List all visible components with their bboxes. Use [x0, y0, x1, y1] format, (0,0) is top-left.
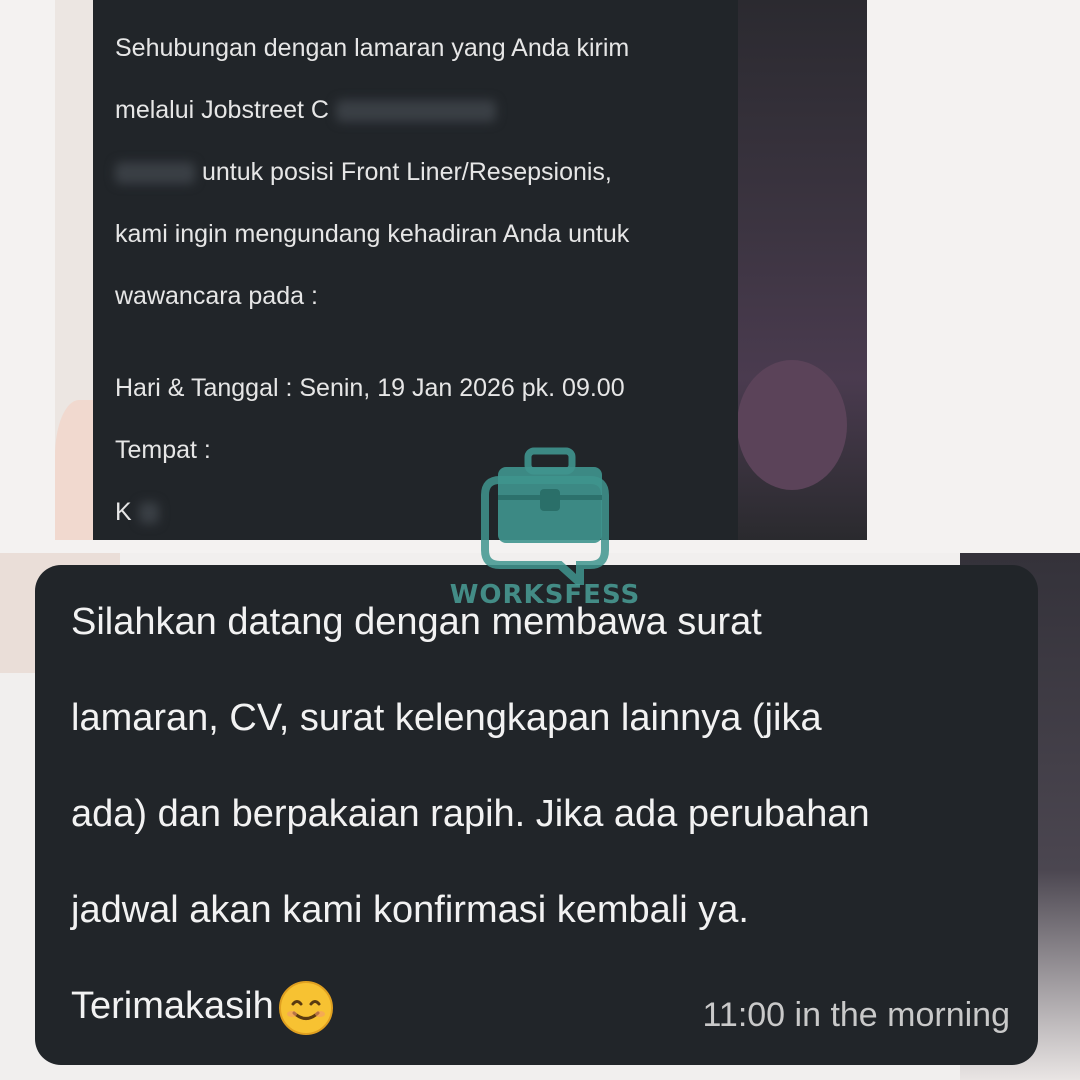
- closing-text: Terimakasih: [71, 985, 274, 1027]
- message-line: wawancara pada :: [115, 282, 318, 310]
- message-line: Silahkan datang dengan membawa surat: [71, 601, 762, 643]
- redacted-text: [115, 162, 195, 185]
- message-bubble-top: Sehubungan dengan lamaran yang Anda kiri…: [93, 0, 738, 540]
- redacted-text: [335, 100, 496, 123]
- message-line: kami ingin mengundang kehadiran Anda unt…: [115, 220, 630, 248]
- message-line: Sehubungan dengan lamaran yang Anda kiri…: [115, 34, 630, 62]
- message-line: untuk posisi Front Liner/Resepsionis,: [115, 150, 738, 212]
- place-label: Tempat :: [115, 436, 211, 464]
- message-line: lamaran, CV, surat kelengkapan lainnya (…: [71, 697, 822, 739]
- message-line: ada) dan berpakaian rapih. Jika ada peru…: [71, 793, 870, 835]
- schedule-line: Hari & Tanggal : Senin, 19 Jan 2026 pk. …: [115, 374, 625, 402]
- message-line: jadwal akan kami konfirmasi kembali ya.: [71, 889, 749, 931]
- message-line-text: melalui Jobstreet C: [115, 96, 329, 124]
- message-line: melalui Jobstreet C: [115, 88, 738, 150]
- message-bubble-bottom: Silahkan datang dengan membawa surat lam…: [35, 565, 1038, 1065]
- message-line-text: untuk posisi Front Liner/Resepsionis,: [201, 158, 612, 186]
- redacted-text: [138, 502, 159, 525]
- place-value-text: K: [115, 498, 132, 526]
- message-timestamp: 11:00 in the morning: [702, 996, 1010, 1034]
- smiling-face-icon: [278, 980, 334, 1036]
- background-art-purple: [737, 360, 847, 490]
- place-value-partial: K: [115, 490, 738, 552]
